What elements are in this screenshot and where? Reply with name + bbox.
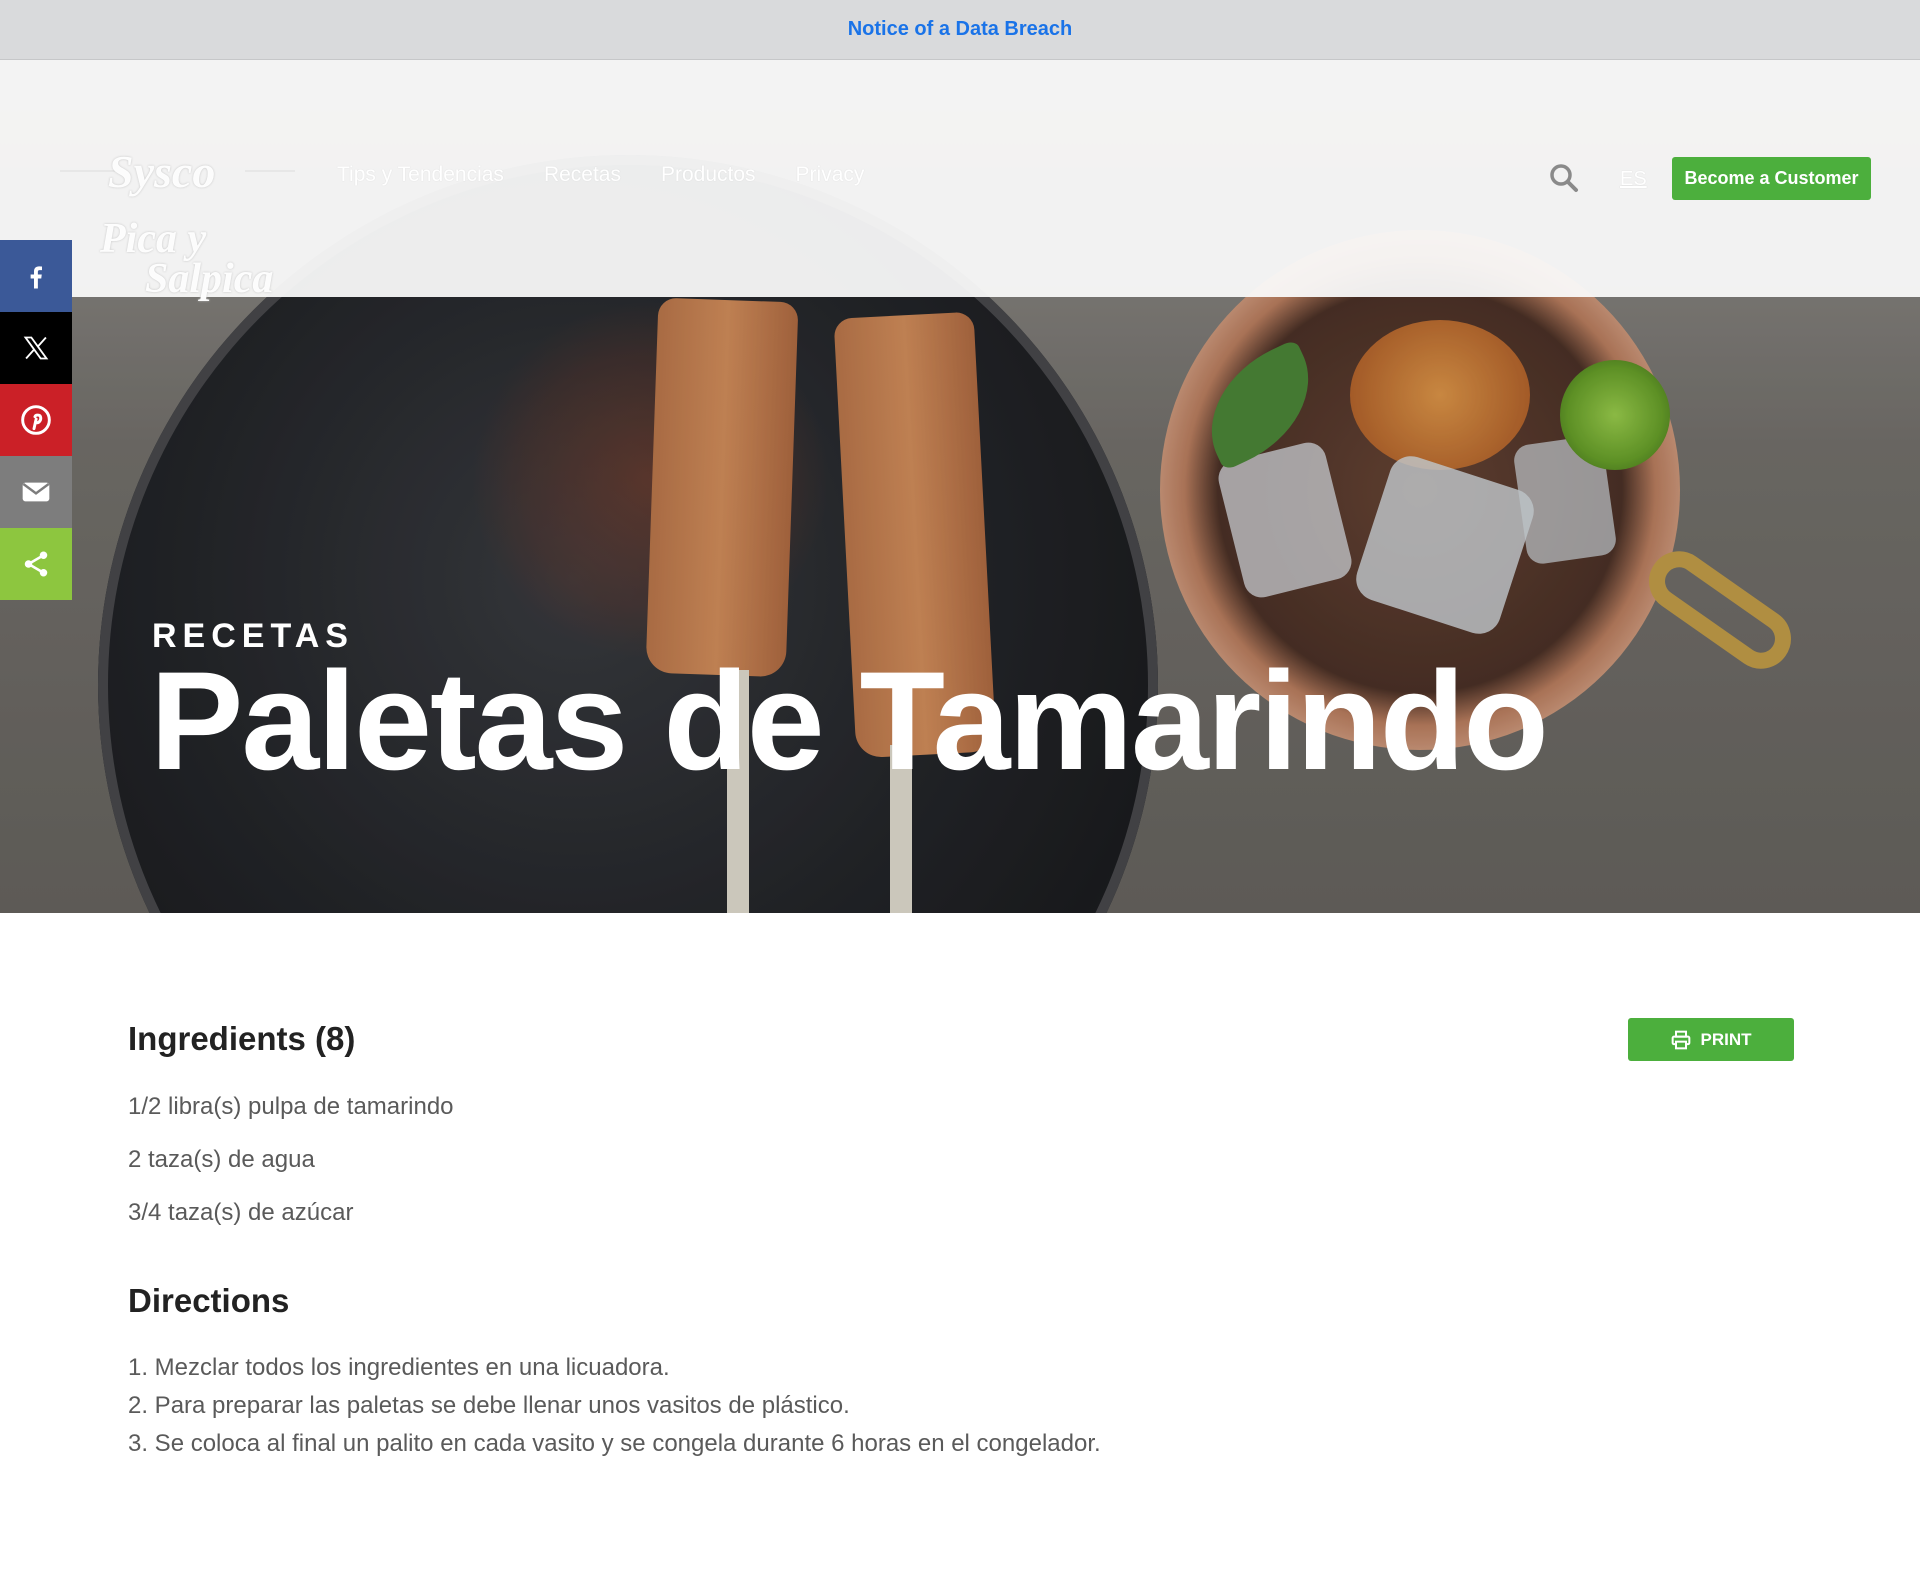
printer-icon	[1671, 1030, 1690, 1049]
share-email-button[interactable]	[0, 456, 72, 528]
ingredient-item: 3/4 taza(s) de azúcar	[128, 1199, 354, 1226]
search-button[interactable]	[1548, 162, 1580, 194]
share-icon	[24, 551, 48, 577]
direction-step: 2. Para preparar las paletas se debe lle…	[128, 1392, 850, 1419]
email-icon	[22, 482, 50, 502]
share-facebook-button[interactable]	[0, 240, 72, 312]
nav-item-privacy[interactable]: Privacy	[796, 163, 865, 187]
share-x-button[interactable]	[0, 312, 72, 384]
directions-heading: Directions	[128, 1282, 290, 1319]
share-pinterest-button[interactable]	[0, 384, 72, 456]
language-switch[interactable]: ES	[1620, 168, 1647, 191]
ingredients-list: 1/2 libra(s) pulpa de tamarindo 2 taza(s…	[128, 1092, 454, 1251]
print-label: PRINT	[1700, 1029, 1752, 1049]
notice-link[interactable]: Notice of a Data Breach	[848, 18, 1073, 41]
pinterest-icon	[21, 405, 51, 435]
ingredients-heading: Ingredients (8)	[128, 1020, 356, 1057]
ingredient-item: 1/2 libra(s) pulpa de tamarindo	[128, 1093, 454, 1120]
directions-list: 1. Mezclar todos los ingredientes en una…	[128, 1353, 1101, 1467]
notice-bar: Notice of a Data Breach	[0, 0, 1920, 60]
site-header: Sysco Pica y Salpica Tips y Tendencias R…	[0, 60, 1920, 302]
become-customer-button[interactable]: Become a Customer	[1672, 157, 1871, 200]
nav-item-tips[interactable]: Tips y Tendencias	[337, 163, 504, 187]
logo-rule	[245, 170, 295, 172]
nav-item-recetas[interactable]: Recetas	[544, 163, 621, 187]
nav-item-productos[interactable]: Productos	[661, 163, 756, 187]
print-button[interactable]: PRINT	[1628, 1018, 1794, 1061]
share-sidebar	[0, 240, 72, 600]
direction-step: 3. Se coloca al final un palito en cada …	[128, 1430, 1101, 1457]
main-nav: Tips y Tendencias Recetas Productos Priv…	[337, 163, 864, 187]
ingredient-item: 2 taza(s) de agua	[128, 1146, 315, 1173]
direction-step: 1. Mezclar todos los ingredientes en una…	[128, 1354, 670, 1381]
x-icon	[23, 336, 49, 360]
logo-text-salpica: Salpica	[145, 256, 274, 302]
site-logo[interactable]: Sysco Pica y Salpica	[60, 105, 295, 302]
logo-text-sysco: Sysco	[108, 146, 216, 197]
share-more-button[interactable]	[0, 528, 72, 600]
search-icon	[1550, 164, 1578, 192]
page-title: Paletas de Tamarindo	[150, 642, 1549, 799]
facebook-icon	[30, 266, 42, 289]
